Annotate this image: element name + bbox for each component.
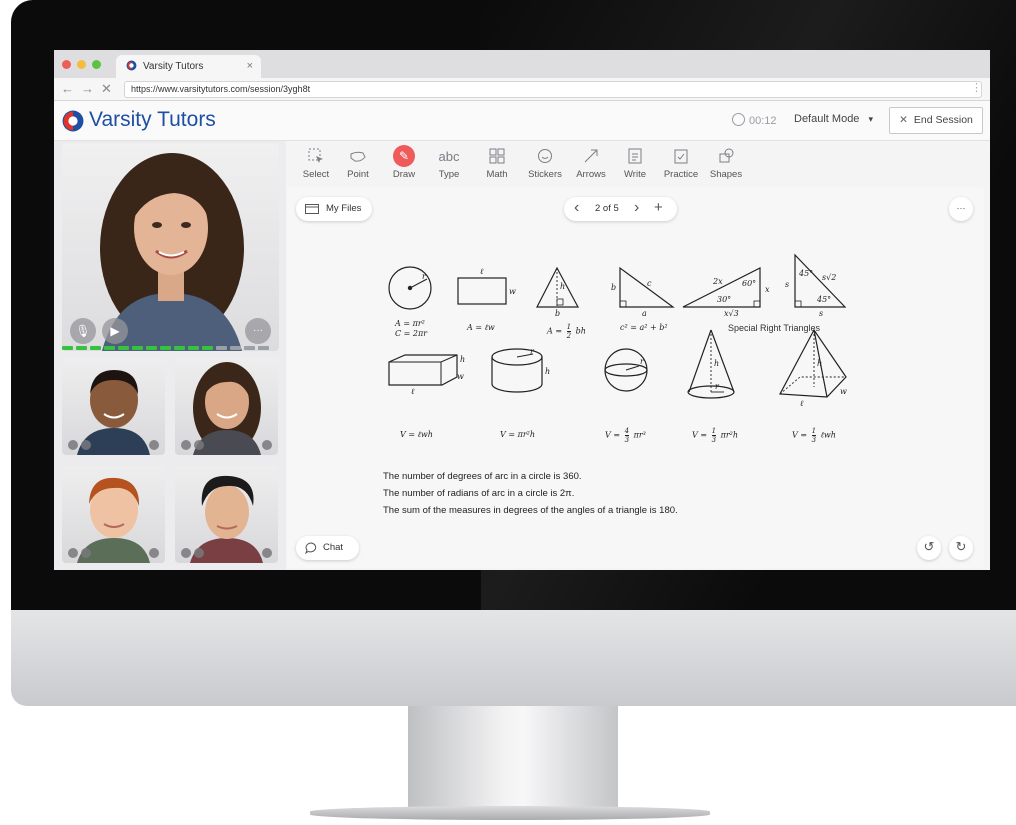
redo-icon[interactable]: ↻ [949,536,973,560]
chat-bubble-icon [305,542,317,554]
select-icon [294,145,338,167]
write-icon [613,145,657,167]
address-bar-row: ← → ✕ https://www.varsitytutors.com/sess… [54,78,990,101]
minimize-window-button[interactable] [77,60,86,69]
mute-icon[interactable] [68,440,78,450]
tool-type[interactable]: abc Type [427,145,471,181]
pencil-icon: ✎ [393,145,415,167]
monitor-stand [408,706,618,814]
tab-close-icon[interactable]: × [247,60,253,72]
camera-icon[interactable] [81,440,91,450]
camera-icon[interactable] [194,548,204,558]
tool-math[interactable]: Math [475,145,519,180]
triangle-area-formula: A = 12 bh [547,323,586,340]
varsity-tutors-logo-icon [62,110,84,132]
tool-point[interactable]: Point [336,145,380,180]
end-session-label: End Session [913,114,973,126]
fact-line: The number of degrees of arc in a circle… [383,471,582,482]
tab-title: Varsity Tutors [143,61,204,72]
practice-icon [659,145,703,167]
session-timer: 00:12 [732,113,777,127]
box-volume-formula: V = ℓwh [400,430,433,439]
smiley-icon [523,145,567,167]
cone-figure [688,329,735,393]
shapes-icon [704,145,748,167]
participant-video [175,358,278,455]
tool-practice[interactable]: Practice [659,145,703,180]
geometry-figures [388,253,847,399]
varsity-tutors-favicon-icon [126,60,137,71]
audio-level-meter [62,346,269,350]
camera-icon[interactable] [194,440,204,450]
pyramid-figure [779,328,847,398]
camera-icon[interactable] [81,548,91,558]
chevron-down-icon: ▾ [868,114,874,124]
video-panel: 🎙 ▶ ··· [54,141,286,570]
browser-tab[interactable]: Varsity Tutors × [116,55,261,78]
geometry-facts: The number of degrees of arc in a circle… [383,468,678,519]
forward-icon[interactable]: → [81,81,94,96]
monitor-chin [11,610,1016,706]
fact-line: The sum of the measures in degrees of th… [383,505,678,516]
pyramid-volume-formula: V = 13 ℓwh [792,427,836,444]
tool-select[interactable]: Select [294,145,338,180]
close-icon: ✕ [899,114,908,126]
circle-area-formula: A = πr² [395,319,425,328]
rectangle-area-formula: A = ℓw [467,323,495,332]
cone-volume-formula: V = 13 πr²h [692,427,739,444]
browser-tab-bar: Varsity Tutors × [54,50,990,78]
clock-icon [732,113,745,126]
tool-arrows[interactable]: Arrows [569,145,613,180]
arrow-icon [569,145,613,167]
triangle-figure [536,266,580,308]
mute-icon[interactable] [181,548,191,558]
video-more-icon[interactable]: ··· [245,318,271,344]
mode-value: Default Mode [794,113,860,125]
special-right-triangles-caption: Special Right Triangles [728,323,821,333]
sphere-volume-formula: V = 43 πr³ [605,427,646,444]
more-icon[interactable] [262,548,272,558]
microphone-icon[interactable]: 🎙 [70,318,96,344]
close-window-button[interactable] [62,60,71,69]
tool-draw[interactable]: ✎ Draw [382,145,426,180]
back-icon[interactable]: ← [61,81,74,96]
fact-line: The number of radians of arc in a circle… [383,488,575,499]
brand-name: Varsity Tutors [89,108,216,131]
mute-icon[interactable] [68,548,78,558]
abc-icon: abc [438,148,460,164]
timer-value: 00:12 [749,115,777,127]
chat-button[interactable]: Chat [296,536,359,560]
cylinder-volume-formula: V = πr²h [500,430,536,439]
maximize-window-button[interactable] [92,60,101,69]
circle-circumference-formula: C = 2πr [395,329,428,338]
camera-icon[interactable]: ▶ [102,318,128,344]
stop-icon[interactable]: ✕ [101,81,112,97]
undo-icon[interactable]: ↺ [917,536,941,560]
more-icon[interactable] [149,440,159,450]
tutor-video: 🎙 ▶ ··· [62,143,279,351]
more-icon[interactable] [262,440,272,450]
tool-shapes[interactable]: Shapes [704,145,748,180]
rectangle-figure [457,277,507,305]
participant-video [62,466,165,563]
mode-dropdown[interactable]: Default Mode ▾ [794,113,873,125]
monitor-base [310,806,710,820]
end-session-button[interactable]: ✕ End Session [889,107,983,134]
tool-write[interactable]: Write [613,145,657,180]
participant-video [62,358,165,455]
mute-icon[interactable] [181,440,191,450]
whiteboard[interactable]: My Files ‹ 2 of 5 › + ··· r ℓ w h b b c … [287,187,984,568]
participant-video [175,466,278,563]
screen: Varsity Tutors × ← → ✕ https://www.varsi… [54,50,990,570]
url-input[interactable]: https://www.varsitytutors.com/session/3y… [124,81,982,98]
whiteboard-toolbar: Select Point ✎ Draw abc Type Math Sticke… [294,145,754,185]
math-icon [475,145,519,167]
tutor-portrait [100,153,244,351]
point-icon [336,145,380,167]
tool-stickers[interactable]: Stickers [523,145,567,180]
pythagorean-formula: c² = a² + b² [620,323,668,332]
app-header: Varsity Tutors 00:12 Default Mode ▾ ✕ End… [54,101,990,141]
more-icon[interactable] [149,548,159,558]
browser-menu-icon[interactable]: ⋮ [971,81,982,94]
